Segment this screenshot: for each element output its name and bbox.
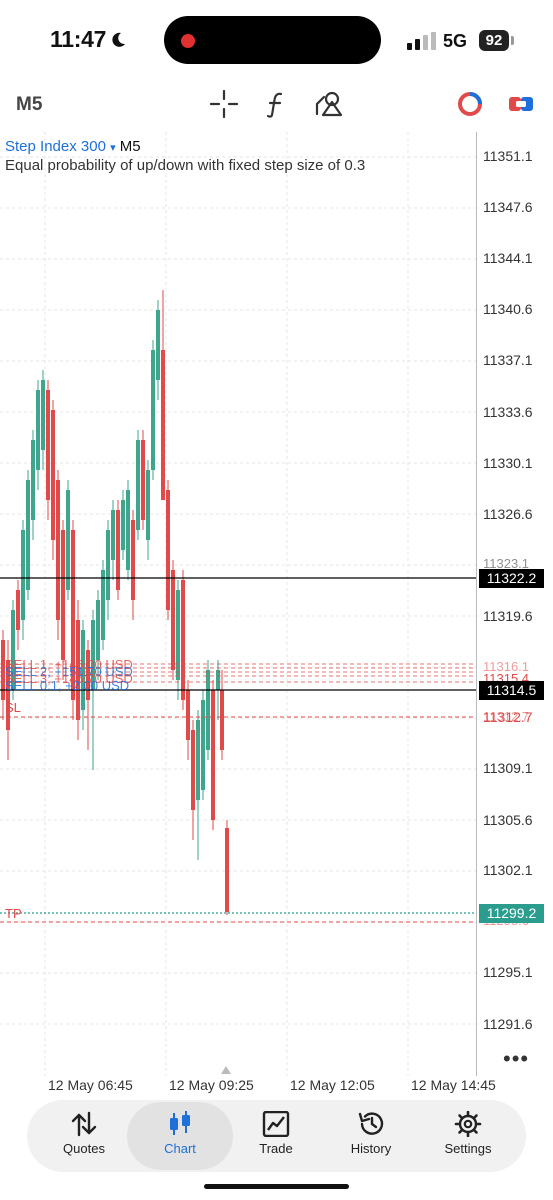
symbol-dropdown-icon[interactable]: ▾ (110, 142, 116, 154)
price-axis-label: 11344.1 (483, 250, 533, 266)
candle-body (156, 310, 160, 380)
candle-body (41, 380, 45, 450)
chart-icon (170, 1111, 190, 1135)
tab-quotes[interactable]: Quotes (36, 1101, 132, 1171)
tab-label: History (350, 1141, 392, 1156)
candle-body (21, 530, 25, 620)
price-chart[interactable]: SELL 1, +146.00 USDSELL 2, +151.70 USDSE… (0, 132, 476, 1076)
tab-label: Chart (164, 1141, 196, 1156)
price-axis-label: 11295.1 (483, 964, 533, 980)
candle-body (161, 350, 165, 500)
settings-icon (454, 1111, 482, 1137)
tp-label: TP (5, 906, 22, 921)
chart-timeframe: M5 (119, 138, 141, 155)
price-axis-label: 11302.1 (483, 862, 533, 878)
objects-icon[interactable] (312, 88, 344, 120)
candle-body (151, 350, 155, 470)
candle-body (31, 440, 35, 520)
sl-label: SL (5, 700, 21, 715)
price-axis-label: 11319.6 (483, 608, 533, 624)
candle-body (61, 530, 65, 660)
status-time: 11:47 (50, 26, 107, 52)
price-tag-level: 11322.2 (479, 569, 544, 588)
price-axis-label: 11330.1 (483, 455, 533, 471)
timeframe-button[interactable]: M5 (16, 94, 42, 116)
trade-label: SELL 0.1, +2.00 USD (5, 678, 129, 693)
candle-body (126, 490, 130, 570)
price-axis-label: 11351.1 (483, 148, 533, 164)
trade-panel-icon[interactable] (505, 88, 537, 120)
candle-body (121, 500, 125, 550)
price-axis-label: 11305.6 (483, 812, 533, 828)
candle-body (96, 600, 100, 660)
candle-body (111, 510, 115, 560)
dynamic-island (164, 16, 381, 64)
chart-symbol-header[interactable]: Step Index 300 ▾ M5 (5, 138, 141, 155)
tab-label: Quotes (63, 1141, 105, 1156)
candle-body (66, 490, 70, 590)
quotes-icon (71, 1111, 97, 1137)
chart-shift-marker-icon (221, 1066, 231, 1074)
price-axis-label: 11291.6 (483, 1016, 533, 1032)
symbol-name[interactable]: Step Index 300 (5, 138, 106, 155)
price-axis-border (476, 132, 477, 1076)
tab-chart[interactable]: Chart (132, 1101, 228, 1171)
time-label: 12 May 14:45 (411, 1077, 496, 1093)
candle-body (51, 410, 55, 540)
candle-body (216, 670, 220, 690)
time-label: 12 May 06:45 (48, 1077, 133, 1093)
time-label: 12 May 12:05 (290, 1077, 375, 1093)
candle-body (201, 700, 205, 790)
candle-body (166, 490, 170, 610)
candle-body (191, 730, 195, 810)
symbol-description: Equal probability of up/down with fixed … (5, 157, 366, 174)
candle-body (136, 440, 140, 530)
candle-body (211, 690, 215, 820)
time-label: 12 May 09:25 (169, 1077, 254, 1093)
candle-body (225, 828, 229, 912)
price-axis-label: 11340.6 (483, 301, 533, 317)
moon-icon (112, 32, 125, 47)
price-tag-sl-level: 11312.7 (483, 709, 533, 725)
price-axis-label: 11326.6 (483, 506, 533, 522)
candle-body (46, 390, 50, 500)
tab-settings[interactable]: Settings (420, 1101, 516, 1171)
history-icon (358, 1112, 384, 1135)
price-tag-bid: 11314.5 (479, 681, 544, 700)
candle-body (141, 440, 145, 520)
home-indicator (204, 1184, 349, 1189)
crosshair-icon[interactable] (208, 88, 240, 120)
candle-body (176, 590, 180, 680)
tab-history[interactable]: History (323, 1101, 419, 1171)
candle-body (106, 530, 110, 600)
tab-trade[interactable]: Trade (228, 1101, 324, 1171)
price-tag-tp: 11299.2 (479, 904, 544, 923)
trade-icon (262, 1111, 290, 1137)
candle-body (56, 480, 60, 620)
candle-body (146, 470, 150, 540)
battery-tip (511, 36, 514, 45)
more-icon[interactable]: ••• (503, 1046, 529, 1072)
candle-body (220, 690, 224, 750)
candle-body (131, 520, 135, 600)
network-type: 5G (443, 31, 468, 51)
candle-body (101, 570, 105, 640)
indicators-icon[interactable] (260, 88, 292, 120)
candle-body (186, 690, 190, 740)
price-axis-label: 11333.6 (483, 404, 533, 420)
tab-label: Settings (444, 1141, 492, 1156)
price-axis-label: 11309.1 (483, 760, 533, 776)
price-axis-label: 11337.1 (483, 352, 533, 368)
tab-label: Trade (259, 1141, 293, 1156)
candle-body (16, 590, 20, 630)
candle-body (196, 720, 200, 800)
recording-indicator-icon (181, 34, 195, 48)
candle-body (36, 390, 40, 470)
candle-body (26, 480, 30, 590)
one-click-trading-icon[interactable] (454, 88, 486, 120)
signal-icon (407, 32, 436, 50)
price-axis-label: 11347.6 (483, 199, 533, 215)
candle-body (171, 570, 175, 670)
battery-icon: 92 (479, 30, 509, 51)
